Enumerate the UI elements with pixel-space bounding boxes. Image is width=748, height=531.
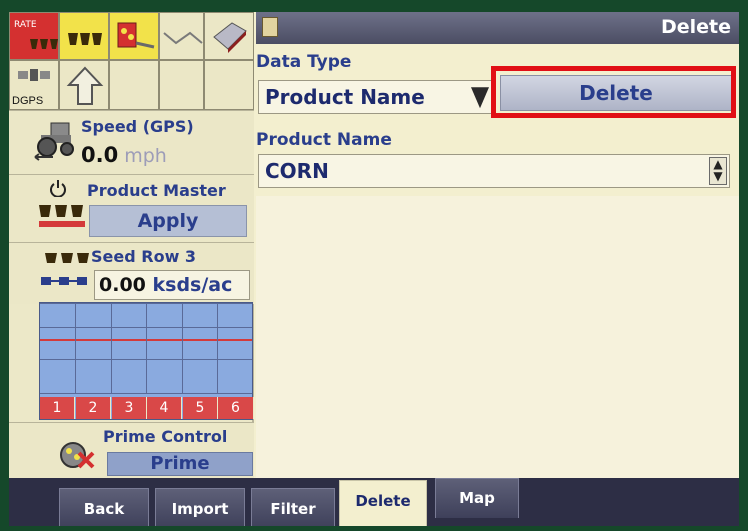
empty-cell-1 [109, 60, 159, 110]
content-area [256, 196, 739, 478]
data-type-label: Data Type [256, 52, 352, 72]
tractor-icon [34, 122, 74, 161]
empty-cell-3 [204, 60, 254, 110]
row-marker-icon [163, 31, 203, 45]
product-master-label: Product Master [87, 181, 226, 200]
status-icon-grid: RATE DGPS [9, 12, 254, 110]
empty-cell-2 [159, 60, 204, 110]
data-type-select[interactable]: Product Name [258, 80, 492, 114]
row-divider [111, 303, 112, 393]
tab-delete[interactable]: Delete [339, 480, 427, 526]
speed-label: Speed (GPS) [81, 117, 194, 136]
manual-book-icon [213, 22, 247, 53]
planter-icon [68, 33, 102, 45]
row-number-6[interactable]: 6 [218, 397, 254, 419]
tab-map[interactable]: Map [435, 478, 519, 518]
display-screen: RATE DGPS Speed (GPS) 0.0 mph Product Ma… [9, 12, 739, 526]
dropdown-arrow-icon[interactable] [471, 87, 489, 109]
main-panel: Delete Data Type Product Name Delete Pro… [256, 12, 739, 478]
title-bar: Delete [256, 12, 739, 44]
product-name-select[interactable]: CORN ▲ ▼ [258, 154, 730, 188]
speed-unit: mph [124, 145, 167, 167]
seed-rate-value: 0.00 [99, 274, 146, 296]
tab-back[interactable]: Back [59, 488, 149, 526]
data-type-value: Product Name [265, 85, 425, 109]
row-divider [146, 303, 147, 393]
bottom-tab-bar: Back Import Filter Delete Map [9, 478, 739, 526]
book-cell[interactable] [204, 12, 254, 60]
row-divider [182, 303, 183, 393]
rate-indicator[interactable]: RATE [9, 12, 59, 60]
product-name-label: Product Name [256, 130, 392, 150]
satellite-icon [18, 69, 50, 81]
row-number-1[interactable]: 1 [40, 397, 75, 419]
double-chevron-icon[interactable]: ▲ ▼ [709, 157, 727, 185]
power-icon [50, 180, 66, 197]
left-status-panel: RATE DGPS Speed (GPS) 0.0 mph Product Ma… [9, 12, 254, 478]
planter-master-icon [39, 205, 85, 227]
tab-import[interactable]: Import [155, 488, 245, 526]
speed-value: 0.0 [81, 143, 119, 167]
row-number-5[interactable]: 5 [183, 397, 218, 419]
seed-row-label: Seed Row 3 [91, 247, 197, 266]
up-arrow-icon [66, 66, 104, 105]
row-status-grid[interactable]: 1 2 3 4 5 6 [39, 302, 254, 420]
prime-button[interactable]: Prime [107, 452, 253, 476]
speed-readout: 0.0 mph [81, 143, 167, 167]
delete-button[interactable]: Delete [500, 75, 732, 111]
seed-meter-cell[interactable] [109, 12, 159, 60]
dgps-cell[interactable]: DGPS [9, 60, 59, 110]
seed-meter-icon [117, 22, 155, 49]
row-number-4[interactable]: 4 [147, 397, 182, 419]
heading-cell[interactable] [59, 60, 109, 110]
product-name-value: CORN [265, 159, 329, 183]
row-number-2[interactable]: 2 [76, 397, 111, 419]
seed-flow-icon [41, 277, 87, 285]
row-divider [75, 303, 76, 393]
speed-block: Speed (GPS) 0.0 mph [9, 110, 254, 174]
rate-label: RATE [14, 20, 37, 30]
folder-icon [262, 17, 278, 37]
planter-cell[interactable] [59, 12, 109, 60]
seed-rate-unit: ksds/ac [152, 274, 233, 296]
prime-control-label: Prime Control [103, 427, 228, 446]
prime-disabled-icon [60, 442, 95, 469]
row-marker-cell[interactable] [159, 12, 204, 60]
product-master-block: Product Master Apply [9, 174, 254, 242]
row-divider [217, 303, 218, 393]
apply-button[interactable]: Apply [89, 205, 247, 237]
seed-rate-display: 0.00 ksds/ac [94, 270, 250, 300]
row-number-3[interactable]: 3 [112, 397, 147, 419]
dgps-label: DGPS [12, 95, 44, 107]
page-title: Delete [660, 16, 731, 38]
seed-row-planter-icon [45, 253, 89, 263]
planter-row-icon [30, 39, 58, 49]
tab-filter[interactable]: Filter [251, 488, 335, 526]
